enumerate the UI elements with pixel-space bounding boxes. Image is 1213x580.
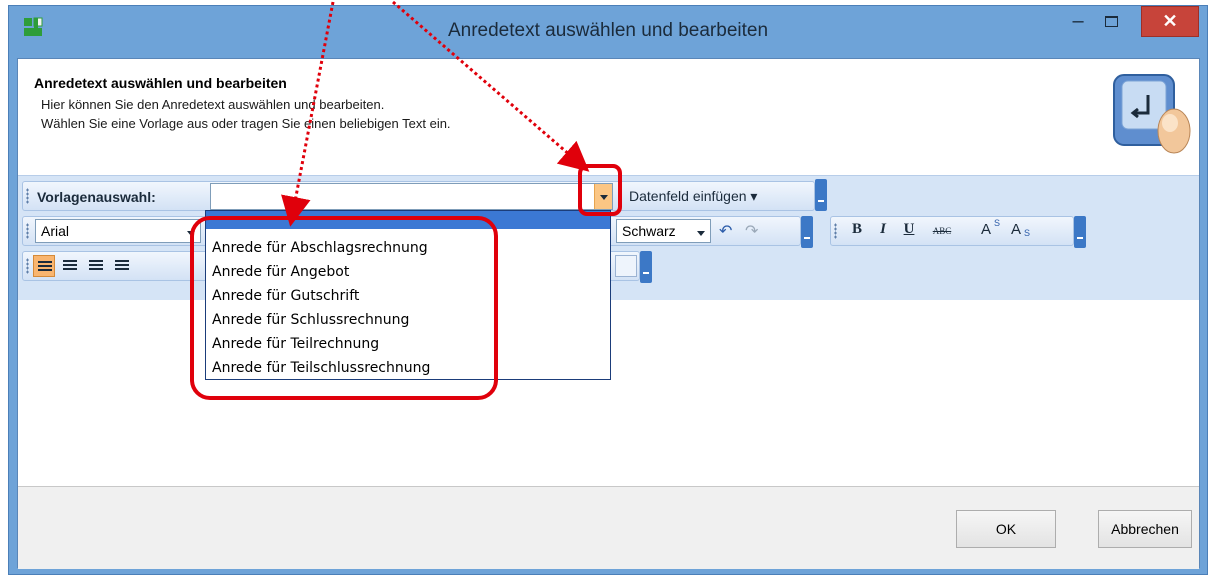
justify-icon: [115, 260, 129, 272]
color-select[interactable]: Schwarz: [616, 219, 711, 243]
dialog-header: Anredetext auswählen und bearbeiten Hier…: [18, 59, 1199, 175]
chevron-down-icon[interactable]: [594, 184, 612, 209]
ok-button[interactable]: OK: [956, 510, 1056, 548]
font-select-value: Arial: [41, 223, 70, 239]
template-dropdown-list: Anrede für Abschlagsrechnung Anrede für …: [205, 210, 611, 380]
color-select-value: Schwarz: [622, 223, 676, 239]
list-item[interactable]: Anrede für Schlussrechnung: [212, 312, 409, 328]
maximize-icon: [1104, 15, 1118, 27]
dropdown-selected-empty-item[interactable]: [206, 211, 610, 229]
dialog-window: Anredetext auswählen und bearbeiten – ✕ …: [0, 0, 1213, 580]
toolbar-grip[interactable]: [26, 258, 29, 274]
list-item[interactable]: Anrede für Angebot: [212, 264, 349, 280]
italic-button[interactable]: I: [875, 221, 891, 238]
window-title: Anredetext auswählen und bearbeiten: [447, 20, 769, 41]
undo-icon[interactable]: ↶: [719, 221, 732, 241]
justify-button[interactable]: [111, 255, 133, 277]
chevron-down-icon[interactable]: [182, 220, 200, 242]
font-select[interactable]: Arial: [35, 219, 201, 243]
toolbar-grip[interactable]: [834, 223, 837, 239]
superscript-mark: S: [993, 218, 1000, 228]
bold-button[interactable]: B: [849, 221, 865, 238]
list-item[interactable]: Anrede für Gutschrift: [212, 288, 359, 304]
title-bar[interactable]: Anredetext auswählen und bearbeiten – ✕: [9, 6, 1207, 58]
align-left-icon: [38, 261, 52, 273]
minimize-button[interactable]: –: [1061, 6, 1095, 36]
align-center-button[interactable]: [59, 255, 81, 277]
chevron-down-icon[interactable]: [692, 220, 710, 242]
header-description-line1: Hier können Sie den Anredetext auswählen…: [41, 97, 385, 112]
format-toolbar: B I U ABC A S A S: [830, 216, 1074, 246]
list-item[interactable]: Anrede für Abschlagsrechnung: [212, 240, 428, 256]
superscript-button[interactable]: A: [979, 221, 993, 238]
cancel-button[interactable]: Abbrechen: [1098, 510, 1192, 548]
toolbar-overflow-button[interactable]: [1074, 216, 1086, 248]
align-right-icon: [89, 260, 103, 272]
close-button[interactable]: ✕: [1141, 6, 1199, 37]
toolbar-grip[interactable]: [26, 223, 29, 239]
underline-button[interactable]: U: [901, 221, 917, 238]
keyboard-key-icon: [1113, 74, 1191, 154]
indent-button[interactable]: [615, 255, 637, 277]
toolbar-overflow-button[interactable]: [815, 179, 827, 211]
maximize-button[interactable]: [1095, 6, 1127, 36]
close-icon: ✕: [1162, 11, 1178, 31]
redo-icon[interactable]: ↷: [745, 221, 758, 241]
strikethrough-button[interactable]: ABC: [927, 226, 957, 236]
dialog-footer: OK Abbrechen: [18, 486, 1199, 569]
subscript-button[interactable]: A: [1009, 221, 1023, 238]
template-toolbar: Vorlagenauswahl: Datenfeld einfügen ▾: [22, 181, 815, 211]
toolbar-overflow-button[interactable]: [640, 251, 652, 283]
superscript-letter: A: [980, 221, 991, 238]
toolbar-overflow-button[interactable]: [801, 216, 813, 248]
template-label: Vorlagenauswahl:: [37, 189, 156, 205]
minimize-icon: –: [1072, 9, 1084, 32]
align-center-icon: [63, 260, 77, 272]
insert-data-field-button[interactable]: Datenfeld einfügen ▾: [629, 188, 757, 205]
subscript-mark: S: [1023, 228, 1030, 238]
align-left-button[interactable]: [33, 255, 55, 277]
header-title: Anredetext auswählen und bearbeiten: [34, 75, 287, 91]
toolbar-grip[interactable]: [26, 188, 29, 204]
list-item[interactable]: Anrede für Teilrechnung: [212, 336, 379, 352]
header-description-line2: Wählen Sie eine Vorlage aus oder tragen …: [41, 116, 451, 131]
template-select[interactable]: [210, 183, 613, 210]
subscript-letter: A: [1010, 221, 1021, 238]
list-item[interactable]: Anrede für Teilschlussrechnung: [212, 360, 430, 376]
align-right-button[interactable]: [85, 255, 107, 277]
